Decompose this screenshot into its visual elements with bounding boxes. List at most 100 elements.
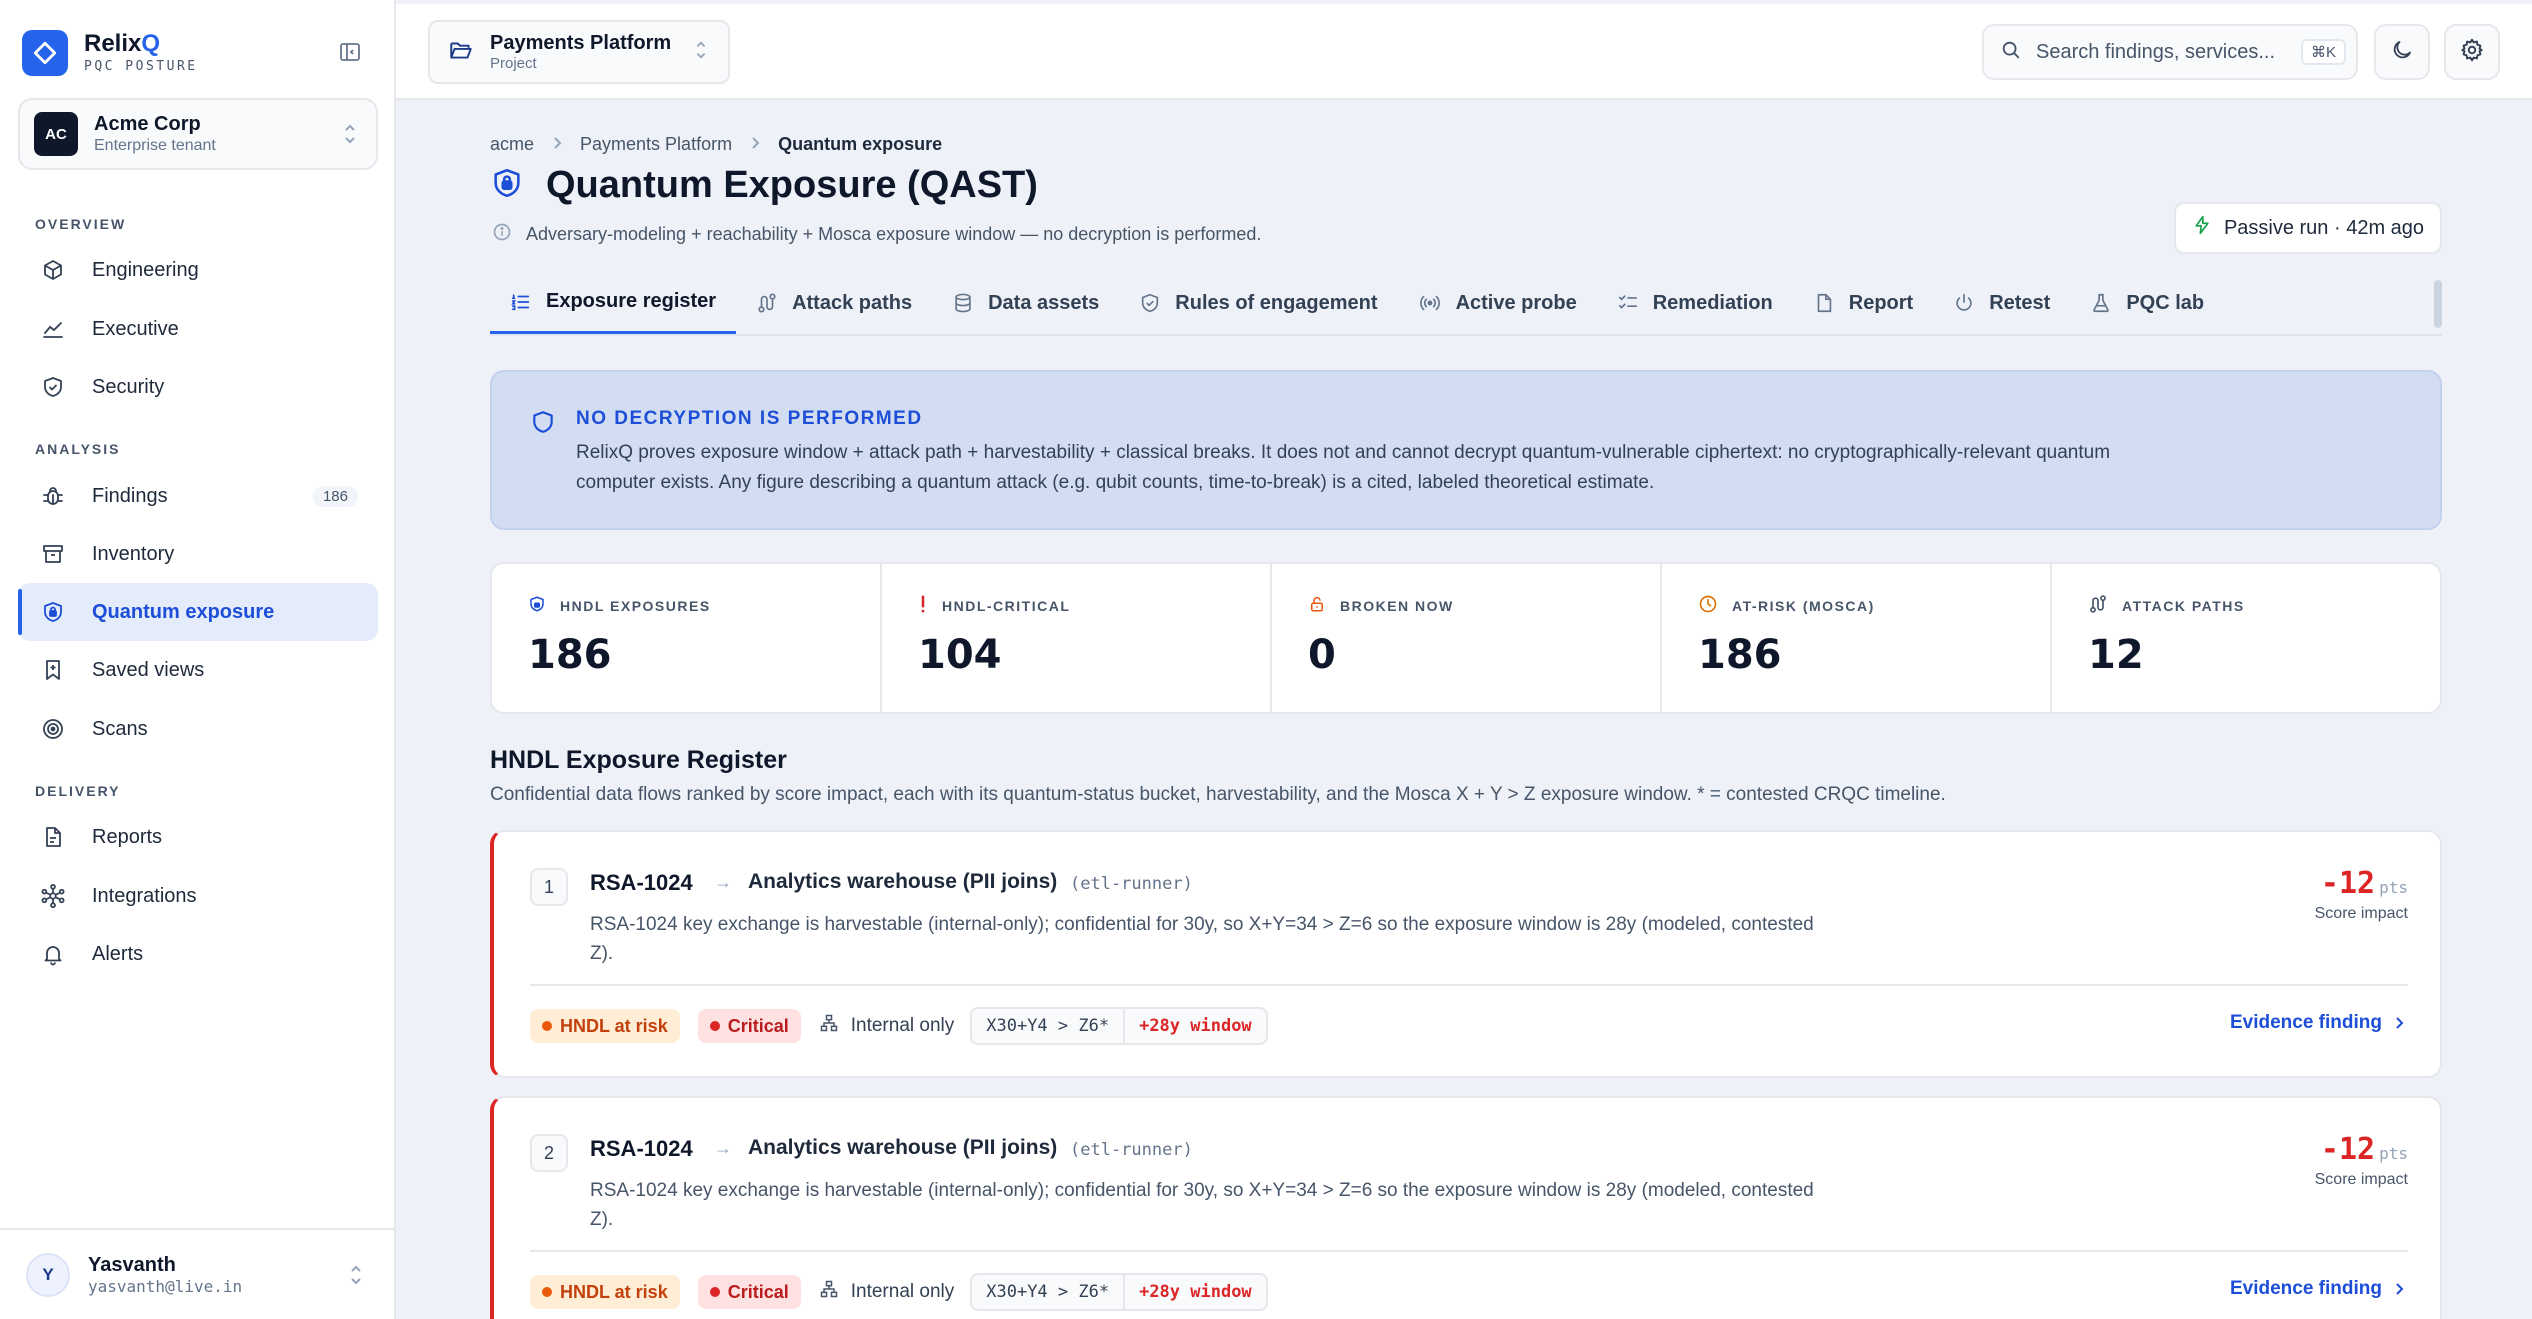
chevron-up-down-icon [346, 1261, 368, 1289]
sidebar-item-saved-views[interactable]: Saved views [18, 641, 378, 699]
arrow-right-icon: → [714, 872, 732, 892]
brand-name: RelixQ [84, 30, 161, 57]
tab-attack-paths[interactable]: Attack paths [736, 272, 932, 334]
stat-label: HNDL EXPOSURES [560, 597, 711, 614]
stat-value: 186 [1698, 632, 1782, 678]
score-unit: pts [2379, 878, 2408, 897]
tab-remediation[interactable]: Remediation [1597, 272, 1793, 334]
search-input[interactable] [2036, 40, 2301, 64]
tenant-switcher[interactable]: AC Acme Corp Enterprise tenant [18, 98, 378, 170]
mosca-window: +28y window [1123, 1275, 1266, 1309]
tab-label: Active probe [1455, 291, 1577, 314]
notice-title: NO DECRYPTION IS PERFORMED [576, 408, 923, 429]
exposure-rank: 2 [530, 1134, 568, 1172]
theme-toggle-button[interactable] [2374, 24, 2430, 80]
radar-icon [38, 714, 68, 744]
stat-value: 104 [918, 632, 1002, 678]
bug-icon [38, 481, 68, 511]
sidebar-item-integrations[interactable]: Integrations [18, 867, 378, 925]
file-report-icon [38, 822, 68, 852]
exposure-card[interactable]: 1 RSA-1024 → Analytics warehouse (PII jo… [490, 830, 2442, 1078]
no-decryption-notice: NO DECRYPTION IS PERFORMED RelixQ proves… [490, 370, 2442, 530]
sidebar-item-label: Security [92, 375, 165, 398]
exposure-target: Analytics warehouse (PII joins) [748, 1136, 1058, 1159]
arrow-right-icon: → [714, 1138, 732, 1158]
lightning-icon [2192, 214, 2212, 242]
breadcrumb-current: Quantum exposure [778, 134, 943, 154]
search-shortcut-badge: ⌘K [2301, 39, 2347, 65]
chevron-right-icon [750, 134, 760, 155]
sidebar-collapse-icon[interactable] [338, 40, 364, 66]
user-menu[interactable]: Y Yasvanth yasvanth@live.in [0, 1228, 394, 1319]
nav-section-delivery: DELIVERY [35, 783, 121, 799]
tab-label: Retest [1989, 291, 2051, 314]
evidence-finding-link[interactable]: Evidence finding [2230, 1012, 2404, 1034]
reachability: Internal only [819, 1279, 954, 1305]
global-search[interactable]: ⌘K [1982, 24, 2358, 80]
breadcrumb-project[interactable]: Payments Platform [580, 134, 732, 155]
user-name: Yasvanth [88, 1253, 176, 1276]
tab-data-assets[interactable]: Data assets [932, 272, 1119, 334]
exposure-description: RSA-1024 key exchange is harvestable (in… [590, 914, 1814, 964]
page-header: Quantum Exposure (QAST) [490, 164, 1038, 207]
tabs-scrollbar[interactable] [2434, 280, 2442, 328]
mosca-window: +28y window [1123, 1009, 1266, 1043]
exposure-service: (etl-runner) [1070, 874, 1193, 894]
evidence-finding-link[interactable]: Evidence finding [2230, 1278, 2404, 1300]
search-icon [2000, 39, 2022, 66]
brand[interactable]: RelixQ PQC POSTURE [22, 30, 198, 76]
score-value: -12 [2320, 1132, 2376, 1167]
sidebar-item-scans[interactable]: Scans [18, 700, 378, 758]
bookmark-icon [38, 655, 68, 685]
sidebar-item-engineering[interactable]: Engineering [18, 241, 378, 299]
tab-label: Report [1848, 291, 1914, 314]
tab-exposure-register[interactable]: Exposure register [490, 272, 737, 334]
sidebar-item-label: Reports [92, 825, 163, 848]
project-type: Project [490, 55, 537, 72]
sidebar-item-security[interactable]: Security [18, 358, 378, 416]
lock-open-icon [1308, 594, 1326, 617]
project-switcher[interactable]: Payments Platform Project [428, 20, 730, 84]
stat-value: 0 [1308, 632, 1336, 678]
tab-label: Attack paths [792, 291, 913, 314]
tab-report[interactable]: Report [1793, 272, 1933, 334]
sidebar-item-quantum-exposure[interactable]: Quantum exposure [18, 583, 378, 641]
exclamation-icon [918, 594, 928, 617]
hndl-status-badge: HNDL at risk [530, 1275, 680, 1309]
sidebar-item-label: Integrations [92, 884, 197, 907]
file-icon [1813, 292, 1835, 314]
run-status-badge[interactable]: Passive run · 42m ago [2174, 202, 2442, 254]
sidebar-item-label: Alerts [92, 942, 144, 965]
chevron-up-down-icon [692, 37, 710, 68]
sidebar-item-reports[interactable]: Reports [18, 808, 378, 866]
chevron-right-icon [2396, 1017, 2404, 1029]
tab-pqc-lab[interactable]: PQC lab [2070, 272, 2224, 334]
sidebar-item-executive[interactable]: Executive [18, 300, 378, 358]
sitemap-icon [819, 1279, 839, 1305]
tab-label: PQC lab [2126, 291, 2205, 314]
settings-button[interactable] [2444, 24, 2500, 80]
tab-rules-of-engagement[interactable]: Rules of engagement [1119, 272, 1397, 334]
breadcrumb-org[interactable]: acme [490, 134, 534, 155]
hndl-status-badge: HNDL at risk [530, 1009, 680, 1043]
tab-label: Exposure register [546, 290, 717, 312]
sidebar-item-alerts[interactable]: Alerts [18, 925, 378, 983]
sidebar-item-label: Scans [92, 717, 148, 740]
tab-active-probe[interactable]: Active probe [1398, 272, 1597, 334]
chevron-up-down-icon [340, 120, 362, 148]
brand-subtitle: PQC POSTURE [84, 59, 198, 74]
sidebar-item-findings[interactable]: Findings 186 [18, 467, 378, 525]
sidebar-item-inventory[interactable]: Inventory [18, 525, 378, 583]
exposure-card[interactable]: 2 RSA-1024 → Analytics warehouse (PII jo… [490, 1096, 2442, 1319]
exposure-service: (etl-runner) [1070, 1140, 1193, 1160]
card-footer: HNDL at risk Critical Internal only X30+… [530, 1273, 1268, 1311]
exposure-algorithm: RSA-1024 [590, 870, 693, 895]
user-avatar: Y [26, 1252, 70, 1297]
mosca-equation: X30+Y4 > Z6* [986, 1282, 1110, 1302]
chevron-right-icon [2396, 1283, 2404, 1295]
register-title: HNDL Exposure Register [490, 746, 787, 774]
mosca-window-chip: X30+Y4 > Z6* +28y window [970, 1007, 1268, 1045]
tab-retest[interactable]: Retest [1933, 272, 2070, 334]
mosca-window-chip: X30+Y4 > Z6* +28y window [970, 1273, 1268, 1311]
notice-body: RelixQ proves exposure window + attack p… [576, 442, 2111, 493]
